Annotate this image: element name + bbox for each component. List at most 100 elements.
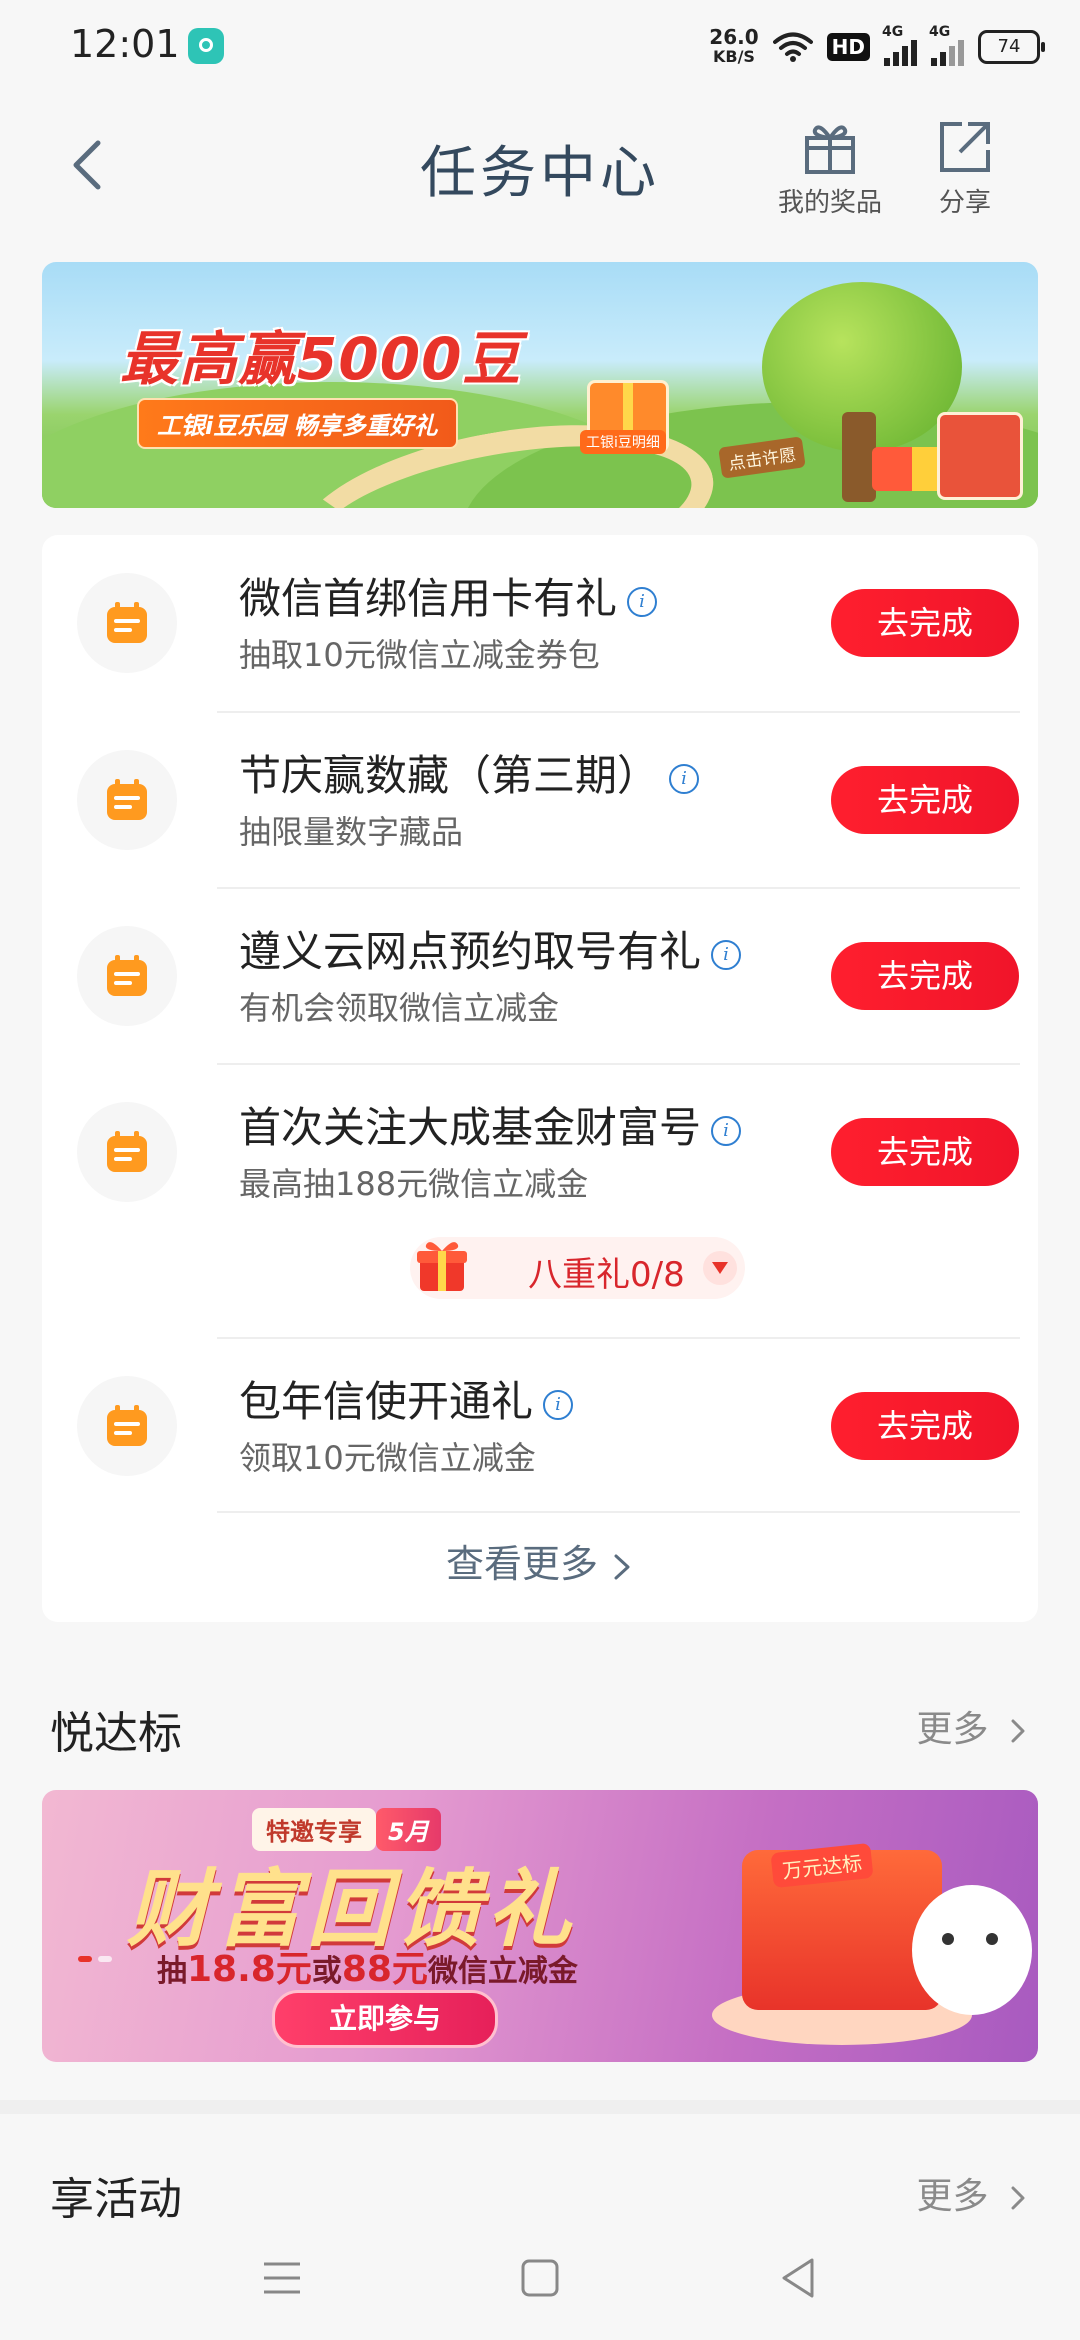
- wealth-reward-banner[interactable]: 特邀专享 5月 财富回馈礼 抽18.8元或88元微信立减金 立即参与 万元达标: [42, 1790, 1038, 2062]
- section-more-label: 更多: [916, 2176, 989, 2217]
- task-icon: [77, 1102, 177, 1202]
- task-title-text: 微信首绑信用卡有礼: [239, 574, 618, 623]
- promo-sub-suffix: 微信立减金: [427, 1954, 578, 1989]
- system-back-button[interactable]: [768, 2248, 828, 2308]
- square-icon: [521, 2259, 559, 2297]
- info-icon[interactable]: i: [669, 763, 700, 794]
- my-prizes-label: 我的奖品: [777, 188, 882, 218]
- task-title: 首次关注大成基金财富号 i: [239, 1094, 742, 1155]
- task-subtitle: 抽取10元微信立减金券包: [239, 636, 600, 674]
- section-more-link[interactable]: 更多: [917, 1700, 1030, 1752]
- task-subtitle: 有机会领取微信立减金: [239, 989, 560, 1027]
- task-item: 节庆赢数藏（第三期） i 抽限量数字藏品 去完成: [42, 712, 1038, 888]
- network-speed: 26.0 KB/S: [709, 27, 758, 67]
- status-indicators: 26.0 KB/S HD 4G 4G 74: [709, 24, 1045, 70]
- section-more-link[interactable]: 更多: [917, 2167, 1030, 2219]
- carousel-dot[interactable]: [98, 1956, 112, 1962]
- battery-indicator: 74: [978, 30, 1045, 64]
- section-separator: [0, 2100, 1080, 2114]
- section-title: 悦达标: [50, 1708, 182, 1759]
- task-icon: [77, 750, 177, 850]
- my-prizes-button[interactable]: 我的奖品: [770, 118, 890, 219]
- task-item: 包年信使开通礼 i 领取10元微信立减金 去完成: [42, 1338, 1038, 1514]
- calendar-icon: [107, 1405, 147, 1446]
- signal-strength-1: 4G: [882, 24, 917, 66]
- info-icon[interactable]: i: [627, 586, 658, 617]
- calendar-icon: [107, 1131, 147, 1172]
- task-title-text: 节庆赢数藏（第三期）: [239, 751, 660, 800]
- promo-amount-2: 88元: [341, 1949, 428, 1990]
- go-complete-button[interactable]: 去完成: [831, 1392, 1019, 1460]
- chevron-right-icon: [1011, 2186, 1025, 2210]
- chevron-right-icon: [1011, 1719, 1025, 1743]
- triangle-back-icon: [782, 2258, 814, 2298]
- home-button[interactable]: [510, 2248, 570, 2308]
- notification-app-icon: [188, 28, 224, 64]
- calendar-icon: [107, 955, 147, 996]
- task-icon: [77, 1376, 177, 1476]
- task-title-text: 首次关注大成基金财富号: [239, 1103, 702, 1152]
- join-now-button[interactable]: 立即参与: [272, 1990, 498, 2048]
- promo-amount-1: 18.8元: [187, 1949, 312, 1990]
- system-navigation-bar: [0, 2220, 1080, 2340]
- gift-box-icon: [417, 1242, 467, 1291]
- task-icon: [77, 926, 177, 1026]
- gift-progress-pill[interactable]: 八重礼0/8: [410, 1237, 745, 1299]
- chevron-right-icon: [614, 1554, 630, 1579]
- elephant-mascot: [912, 1885, 1032, 2015]
- section-title: 享活动: [50, 2174, 182, 2225]
- task-list-card: 微信首绑信用卡有礼 i 抽取10元微信立减金券包 去完成 节庆赢数藏（第三期） i …: [42, 535, 1038, 1622]
- banner-subtitle: 工银i豆乐园 畅享多重好礼: [137, 398, 458, 449]
- info-icon[interactable]: i: [711, 1115, 742, 1146]
- view-more-label: 查看更多: [445, 1542, 598, 1586]
- signal-strength-2: 4G: [929, 24, 964, 66]
- network-speed-value: 26.0: [709, 25, 759, 49]
- task-item: 微信首绑信用卡有礼 i 抽取10元微信立减金券包 去完成: [42, 535, 1038, 711]
- promo-sub-or: 或: [311, 1954, 342, 1989]
- task-subtitle: 抽限量数字藏品: [239, 813, 464, 851]
- banner-gift-label: 工银i豆明细: [580, 430, 666, 454]
- network-type-label-2: 4G: [929, 24, 951, 40]
- task-title: 包年信使开通礼 i: [239, 1368, 574, 1429]
- wifi-icon: [772, 32, 813, 62]
- task-item: 首次关注大成基金财富号 i 最高抽188元微信立减金 去完成: [42, 1064, 1038, 1240]
- top-promo-banner[interactable]: 最高赢5000豆 工银i豆乐园 畅享多重好礼 工银i豆明细 点击许愿: [42, 262, 1038, 508]
- status-time: 12:01: [70, 22, 180, 66]
- hd-voice-badge: HD: [826, 33, 870, 61]
- promo-sub-prefix: 抽: [157, 1954, 187, 1989]
- task-title: 遵义云网点预约取号有礼 i: [239, 918, 742, 979]
- task-title: 微信首绑信用卡有礼 i: [239, 565, 658, 626]
- info-icon[interactable]: i: [711, 939, 742, 970]
- menu-icon: [264, 2262, 300, 2294]
- banner-tree-trunk: [842, 412, 876, 502]
- network-speed-unit: KB/S: [712, 47, 755, 66]
- gift-icon: [805, 125, 855, 174]
- task-icon: [77, 573, 177, 673]
- network-type-label: 4G: [882, 24, 904, 40]
- divider: [217, 1511, 1020, 1513]
- view-more-link[interactable]: 查看更多: [42, 1533, 1038, 1588]
- calendar-icon: [107, 602, 147, 643]
- promo-subtitle: 抽18.8元或88元微信立减金: [157, 1940, 578, 1992]
- info-icon[interactable]: i: [543, 1389, 574, 1420]
- go-complete-button[interactable]: 去完成: [831, 942, 1019, 1010]
- task-title-text: 包年信使开通礼: [239, 1377, 534, 1426]
- task-title: 节庆赢数藏（第三期） i: [239, 742, 700, 803]
- banner-shop-stall: [937, 412, 1023, 500]
- section-more-label: 更多: [916, 1709, 989, 1750]
- down-arrow-icon: [703, 1251, 737, 1285]
- go-complete-button[interactable]: 去完成: [831, 589, 1019, 657]
- go-complete-button[interactable]: 去完成: [831, 1118, 1019, 1186]
- calendar-icon: [107, 779, 147, 820]
- share-button[interactable]: 分享: [905, 118, 1025, 219]
- carousel-dot-active[interactable]: [78, 1956, 92, 1962]
- go-complete-button[interactable]: 去完成: [831, 766, 1019, 834]
- gift-progress-label: 八重礼0/8: [528, 1255, 685, 1295]
- banner-headline: 最高赢5000豆: [120, 325, 522, 393]
- task-subtitle: 领取10元微信立减金: [239, 1439, 536, 1477]
- share-icon: [940, 122, 990, 172]
- recent-apps-button[interactable]: [252, 2248, 312, 2308]
- share-label: 分享: [938, 188, 991, 218]
- task-subtitle: 最高抽188元微信立减金: [239, 1165, 589, 1203]
- task-title-text: 遵义云网点预约取号有礼: [239, 927, 702, 976]
